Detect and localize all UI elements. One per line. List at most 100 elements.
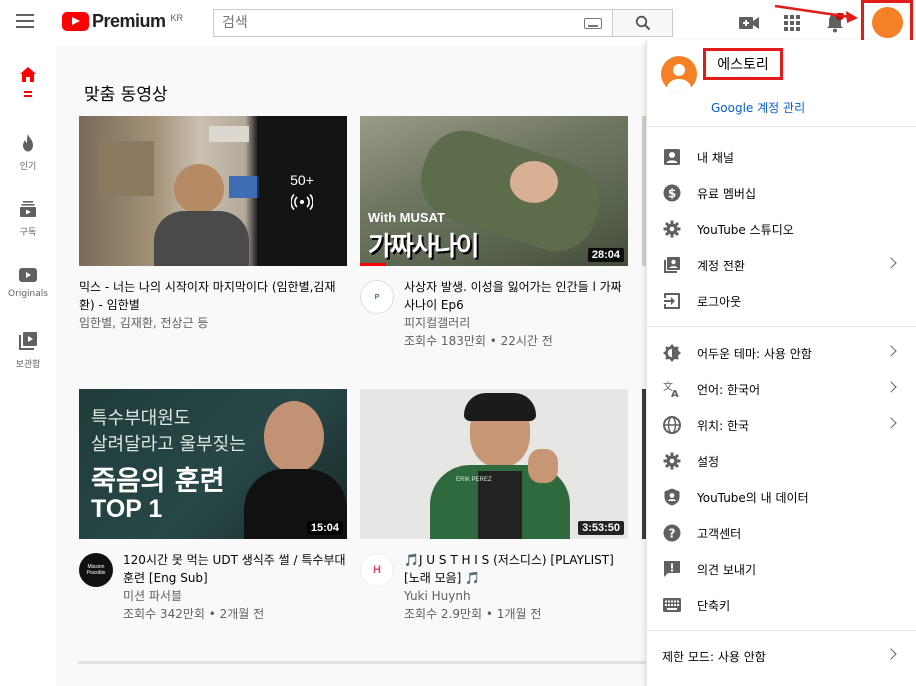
singer-body-shape — [154, 211, 249, 266]
virtual-keyboard-icon[interactable] — [584, 17, 602, 29]
video-info: Mission Possible 120시간 못 먹는 UDT 생식주 썰 / … — [79, 551, 347, 623]
video-thumbnail[interactable]: With MUSAT 가짜사나이 28:04 — [360, 116, 628, 266]
face-shape — [510, 161, 558, 203]
video-info: 믹스 - 너는 나의 시작이자 마지막이다 (임한별,김재환) - 임한별 임한… — [79, 278, 347, 332]
menu-item-send-feedback[interactable]: 의견 보내기 — [647, 551, 916, 587]
channel-avatar-text: Mission Possible — [86, 564, 106, 576]
thumb-caption-line3: 죽음의 훈련 — [91, 466, 225, 497]
apps-grid-icon[interactable] — [781, 12, 803, 34]
notifications-bell-icon[interactable] — [824, 12, 846, 34]
chevron-right-icon — [885, 345, 897, 357]
menu-item-dark-theme[interactable]: 어두운 테마: 사용 안함 — [647, 335, 916, 371]
video-card[interactable]: ERIK PEREZ 3:53:50 H 🎵J U S T H I S (저스디… — [360, 389, 628, 623]
video-title[interactable]: 🎵J U S T H I S (저스디스) [PLAYLIST] [노래 모음]… — [404, 551, 628, 587]
chevron-right-icon — [885, 648, 897, 660]
menu-item-language[interactable]: 文A 언어: 한국어 — [647, 371, 916, 407]
fire-icon — [23, 134, 33, 152]
keyboard-icon — [663, 596, 681, 614]
menu-item-my-channel[interactable]: 내 채널 — [647, 139, 916, 175]
menu-item-help[interactable]: ? 고객센터 — [647, 515, 916, 551]
logout-icon — [663, 292, 681, 310]
search-button[interactable] — [613, 9, 673, 37]
account-name-text: 에스토리 — [717, 57, 769, 73]
channel-avatar[interactable]: Mission Possible — [79, 553, 113, 587]
account-header: 에스토리 Google 계정 관리 — [647, 40, 916, 127]
sidebar-item-subscriptions[interactable]: 구독 — [0, 200, 56, 238]
video-channel[interactable]: 피지컬갤러리 — [404, 314, 628, 332]
globe-icon — [663, 416, 681, 434]
search-box — [213, 9, 613, 37]
subscriptions-icon — [20, 201, 36, 217]
hamburger-menu-icon[interactable] — [16, 14, 34, 28]
channel-logo-icon: P — [374, 293, 380, 301]
thumb-caption-line4: TOP 1 — [91, 495, 163, 523]
channel-avatar[interactable]: H — [360, 553, 394, 587]
menu-item-paid-membership[interactable]: $ 유료 멤버십 — [647, 175, 916, 211]
mix-overlay: 50+ — [257, 116, 347, 266]
video-duration: 15:04 — [306, 521, 343, 535]
video-info: H 🎵J U S T H I S (저스디스) [PLAYLIST] [노래 모… — [360, 551, 628, 623]
sidebar-item-originals[interactable]: Originals — [0, 267, 56, 299]
video-thumbnail[interactable]: 특수부대원도 살려달라고 울부짖는 죽음의 훈련 TOP 1 15:04 — [79, 389, 347, 539]
youtube-premium-logo[interactable]: Premium KR — [62, 11, 183, 32]
video-views: 조회수 2.9만회 • 1개월 전 — [404, 607, 542, 621]
menu-item-label: 고객센터 — [697, 527, 742, 541]
page-title: 맞춤 동영상 — [84, 85, 168, 105]
menu-item-label: 내 채널 — [697, 151, 734, 165]
video-info: P 사상자 발생. 이성을 잃어가는 인간들 l 가짜사나이 Ep6 피지컬갤러… — [360, 278, 628, 350]
menu-item-label: 제한 모드: 사용 안함 — [662, 650, 766, 664]
chevron-right-icon — [885, 417, 897, 429]
video-duration: 3:53:50 — [578, 521, 624, 535]
video-card[interactable]: 50+ 믹스 - 너는 나의 시작이자 마지막이다 (임한별,김재환) - 임한… — [79, 116, 347, 332]
menu-item-location[interactable]: 위치: 한국 — [647, 407, 916, 443]
menu-item-settings[interactable]: 설정 — [647, 443, 916, 479]
menu-divider — [647, 630, 916, 631]
video-title[interactable]: 사상자 발생. 이성을 잃어가는 인간들 l 가짜사나이 Ep6 — [404, 278, 628, 314]
account-menu: 에스토리 Google 계정 관리 내 채널 $ 유료 멤버십 YouTube … — [646, 40, 916, 686]
menu-item-label: 로그아웃 — [697, 295, 742, 309]
video-title[interactable]: 믹스 - 너는 나의 시작이자 마지막이다 (임한별,김재환) - 임한별 — [79, 278, 347, 314]
library-icon — [19, 332, 37, 350]
menu-item-logout[interactable]: 로그아웃 — [647, 283, 916, 319]
video-channel[interactable]: Yuki Huynh — [404, 587, 628, 605]
channel-avatar[interactable]: P — [360, 280, 394, 314]
person-hand-shape — [528, 449, 558, 483]
menu-item-switch-account[interactable]: 계정 전환 — [647, 247, 916, 283]
video-card[interactable]: 특수부대원도 살려달라고 울부짖는 죽음의 훈련 TOP 1 15:04 Mis… — [79, 389, 347, 623]
menu-item-label: 어두운 테마: 사용 안함 — [697, 347, 812, 361]
singer-head-shape — [174, 164, 224, 214]
menu-item-your-data[interactable]: YouTube의 내 데이터 — [647, 479, 916, 515]
video-views: 조회수 183만회 • 22시간 전 — [404, 334, 553, 348]
video-title[interactable]: 120시간 못 먹는 UDT 생식주 썰 / 특수부대 훈련 [Eng Sub] — [123, 551, 347, 587]
home-icon — [20, 67, 36, 82]
account-avatar-button[interactable] — [872, 7, 903, 38]
mix-count-badge: 50+ — [290, 172, 314, 188]
menu-item-label: YouTube 스튜디오 — [697, 223, 794, 237]
video-channel[interactable]: 미션 파서블 — [123, 587, 347, 605]
video-card[interactable]: With MUSAT 가짜사나이 28:04 P 사상자 발생. 이성을 잃어가… — [360, 116, 628, 350]
originals-icon — [19, 268, 37, 282]
sidebar-item-library[interactable]: 보관함 — [0, 332, 56, 370]
menu-item-keyboard-shortcuts[interactable]: 단축키 — [647, 587, 916, 623]
thumb-caption-top: With MUSAT — [368, 210, 445, 225]
menu-item-youtube-studio[interactable]: YouTube 스튜디오 — [647, 211, 916, 247]
video-duration: 28:04 — [587, 248, 624, 262]
video-channel[interactable]: 임한별, 김재환, 전상근 등 — [79, 314, 347, 332]
sidebar: 인기 구독 Originals 보관함 — [0, 46, 56, 686]
sidebar-label: 구독 — [19, 228, 37, 238]
menu-item-label: 유료 멤버십 — [697, 187, 757, 201]
shelf-shape — [99, 141, 154, 196]
sidebar-item-home[interactable] — [0, 66, 56, 97]
video-thumbnail[interactable]: ERIK PEREZ 3:53:50 — [360, 389, 628, 539]
video-thumbnail[interactable]: 50+ — [79, 116, 347, 266]
svg-text:$: $ — [668, 187, 676, 201]
menu-item-restricted-mode[interactable]: 제한 모드: 사용 안함 — [647, 638, 916, 674]
manage-google-account-link[interactable]: Google 계정 관리 — [711, 99, 805, 116]
search-input[interactable] — [214, 10, 584, 36]
menu-divider — [647, 326, 916, 327]
create-video-icon[interactable] — [738, 12, 760, 34]
sidebar-item-trending[interactable]: 인기 — [0, 134, 56, 172]
menu-item-label: 위치: 한국 — [697, 419, 750, 433]
account-box-icon — [663, 148, 681, 166]
logo-text: Premium — [92, 11, 166, 31]
